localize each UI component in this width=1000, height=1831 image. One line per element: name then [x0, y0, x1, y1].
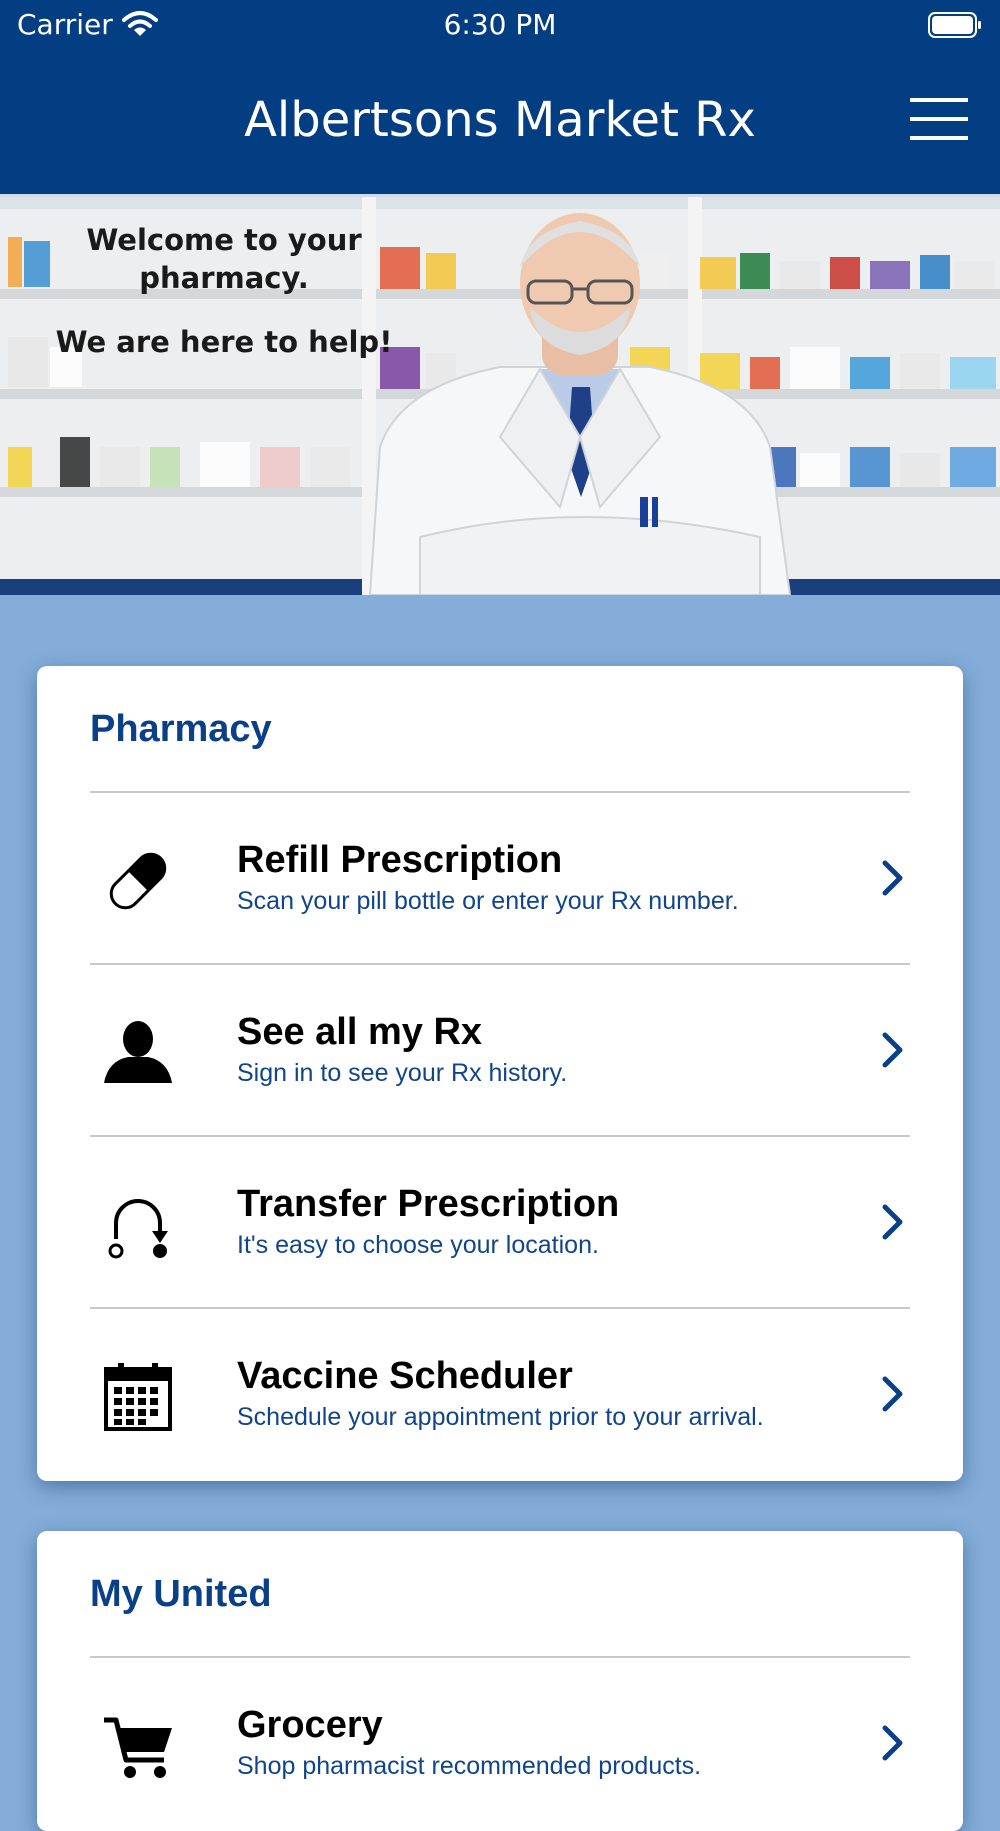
row-subtitle: Scan your pill bottle or enter your Rx n… — [237, 887, 739, 915]
pharmacy-card: Pharmacy Refill Prescription Scan your p… — [37, 666, 963, 1481]
row-title: Refill Prescription — [237, 839, 563, 881]
row-title: Vaccine Scheduler — [237, 1355, 573, 1397]
grocery-item[interactable]: Grocery Shop pharmacist recommended prod… — [90, 1658, 910, 1828]
status-time: 6:30 PM — [443, 8, 557, 41]
vaccine-scheduler-item[interactable]: Vaccine Scheduler Schedule your appointm… — [90, 1309, 910, 1479]
row-subtitle: Schedule your appointment prior to your … — [237, 1403, 764, 1431]
row-title: Grocery — [237, 1704, 383, 1746]
chevron-right-icon — [882, 1376, 903, 1412]
chevron-right-icon — [882, 1204, 903, 1240]
row-subtitle: It's easy to choose your location. — [237, 1231, 599, 1259]
chevron-right-icon — [882, 860, 903, 896]
cart-icon — [104, 1717, 172, 1778]
row-subtitle: Shop pharmacist recommended products. — [237, 1752, 702, 1780]
refill-prescription-item[interactable]: Refill Prescription Scan your pill bottl… — [90, 793, 910, 963]
section-title-my-united: My United — [90, 1573, 272, 1615]
hamburger-menu-icon[interactable] — [910, 98, 968, 142]
app-header: Carrier 6:30 PM Albertsons Market Rx — [0, 0, 1000, 194]
chevron-right-icon — [882, 1032, 903, 1068]
page-title: Albertsons Market Rx — [244, 92, 756, 148]
row-subtitle: Sign in to see your Rx history. — [237, 1059, 568, 1087]
see-all-my-rx-item[interactable]: See all my Rx Sign in to see your Rx his… — [90, 965, 910, 1135]
hero-banner: Welcome to your pharmacy. We are here to… — [0, 194, 1000, 595]
row-title: See all my Rx — [237, 1011, 483, 1053]
person-icon — [104, 1021, 172, 1083]
my-united-card: My United Grocery Shop pharmacist recomm… — [37, 1531, 963, 1831]
row-title: Transfer Prescription — [237, 1183, 620, 1225]
battery-icon — [928, 12, 981, 38]
calendar-icon — [104, 1363, 172, 1431]
hero-message: Welcome to your pharmacy. We are here to… — [24, 221, 424, 359]
pill-icon — [109, 852, 167, 910]
transfer-prescription-item[interactable]: Transfer Prescription It's easy to choos… — [90, 1137, 910, 1307]
chevron-right-icon — [882, 1725, 903, 1761]
section-title-pharmacy: Pharmacy — [90, 708, 272, 750]
status-bar: Carrier 6:30 PM — [0, 0, 1000, 52]
hero-help-text: We are here to help! — [55, 325, 393, 359]
transfer-icon — [108, 1199, 168, 1259]
hero-welcome-text: Welcome to your pharmacy. — [86, 223, 362, 295]
